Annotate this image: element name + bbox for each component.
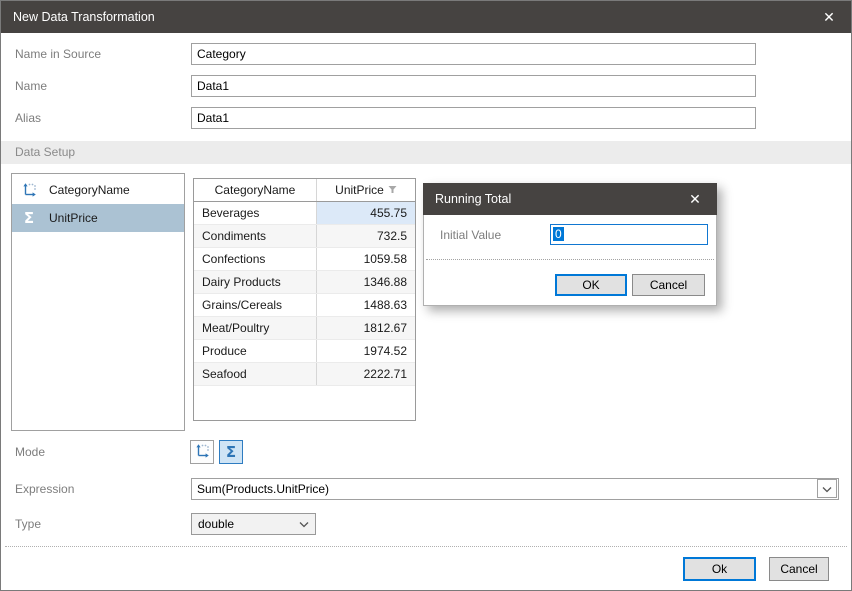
separator <box>426 259 714 260</box>
table-row[interactable]: Beverages 455.75 <box>194 202 415 225</box>
type-select[interactable]: double <box>191 513 316 535</box>
running-total-titlebar: Running Total ✕ <box>423 183 717 215</box>
expression-input[interactable] <box>191 478 839 500</box>
table-row[interactable]: Dairy Products 1346.88 <box>194 271 415 294</box>
name-input[interactable] <box>191 75 756 97</box>
name-in-source-input[interactable] <box>191 43 756 65</box>
field-item-label: UnitPrice <box>49 211 98 225</box>
data-setup-section-header: Data Setup <box>1 141 851 164</box>
field-item-unitprice[interactable]: Σ UnitPrice <box>12 204 184 232</box>
running-total-close-icon[interactable]: ✕ <box>685 191 705 208</box>
footer-separator <box>5 546 847 547</box>
focused-cell: 455.75 <box>316 202 415 224</box>
window-title: New Data Transformation <box>13 10 819 24</box>
sort-filter-icon[interactable] <box>388 183 397 197</box>
initial-value-label: Initial Value <box>440 225 501 245</box>
name-label: Name <box>15 75 47 97</box>
dimension-icon <box>20 181 38 199</box>
field-list: CategoryName Σ UnitPrice <box>11 173 185 431</box>
field-item-categoryname[interactable]: CategoryName <box>12 176 184 204</box>
mode-label: Mode <box>15 441 45 463</box>
sigma-icon: Σ <box>20 209 38 227</box>
close-icon[interactable]: ✕ <box>819 9 839 26</box>
column-header-categoryname[interactable]: CategoryName <box>194 179 316 201</box>
column-header-unitprice[interactable]: UnitPrice <box>316 179 415 201</box>
dimension-icon <box>194 443 210 462</box>
running-total-cancel-button[interactable]: Cancel <box>632 274 705 296</box>
sigma-icon: Σ <box>226 443 236 461</box>
running-total-title: Running Total <box>435 192 685 206</box>
type-label: Type <box>15 513 41 535</box>
name-in-source-label: Name in Source <box>15 43 101 65</box>
table-row[interactable]: Produce 1974.52 <box>194 340 415 363</box>
new-data-transformation-dialog: New Data Transformation ✕ Name in Source… <box>0 0 852 591</box>
expression-dropdown-button[interactable] <box>817 479 837 498</box>
running-total-body: Initial Value 0 OK Cancel <box>423 215 717 306</box>
selected-text: 0 <box>553 227 564 241</box>
cancel-button[interactable]: Cancel <box>769 557 829 581</box>
running-total-ok-button[interactable]: OK <box>555 274 627 296</box>
expression-label: Expression <box>15 478 74 500</box>
alias-input[interactable] <box>191 107 756 129</box>
table-row[interactable]: Condiments 732.5 <box>194 225 415 248</box>
table-row[interactable]: Grains/Cereals 1488.63 <box>194 294 415 317</box>
type-value: double <box>198 517 293 531</box>
alias-label: Alias <box>15 107 41 129</box>
running-total-dialog: Running Total ✕ Initial Value 0 OK Cance… <box>423 183 717 306</box>
field-item-label: CategoryName <box>49 183 130 197</box>
preview-table: CategoryName UnitPrice Beverages 455.75 … <box>193 178 416 421</box>
table-header-row: CategoryName UnitPrice <box>194 179 415 202</box>
table-row[interactable]: Confections 1059.58 <box>194 248 415 271</box>
mode-sum-button[interactable]: Σ <box>219 440 243 464</box>
chevron-down-icon <box>822 482 832 496</box>
initial-value-input[interactable]: 0 <box>550 224 708 245</box>
chevron-down-icon <box>299 517 309 531</box>
ok-button[interactable]: Ok <box>683 557 756 581</box>
table-row[interactable]: Seafood 2222.71 <box>194 363 415 386</box>
table-row[interactable]: Meat/Poultry 1812.67 <box>194 317 415 340</box>
mode-dimension-button[interactable] <box>190 440 214 464</box>
titlebar: New Data Transformation ✕ <box>1 1 851 33</box>
